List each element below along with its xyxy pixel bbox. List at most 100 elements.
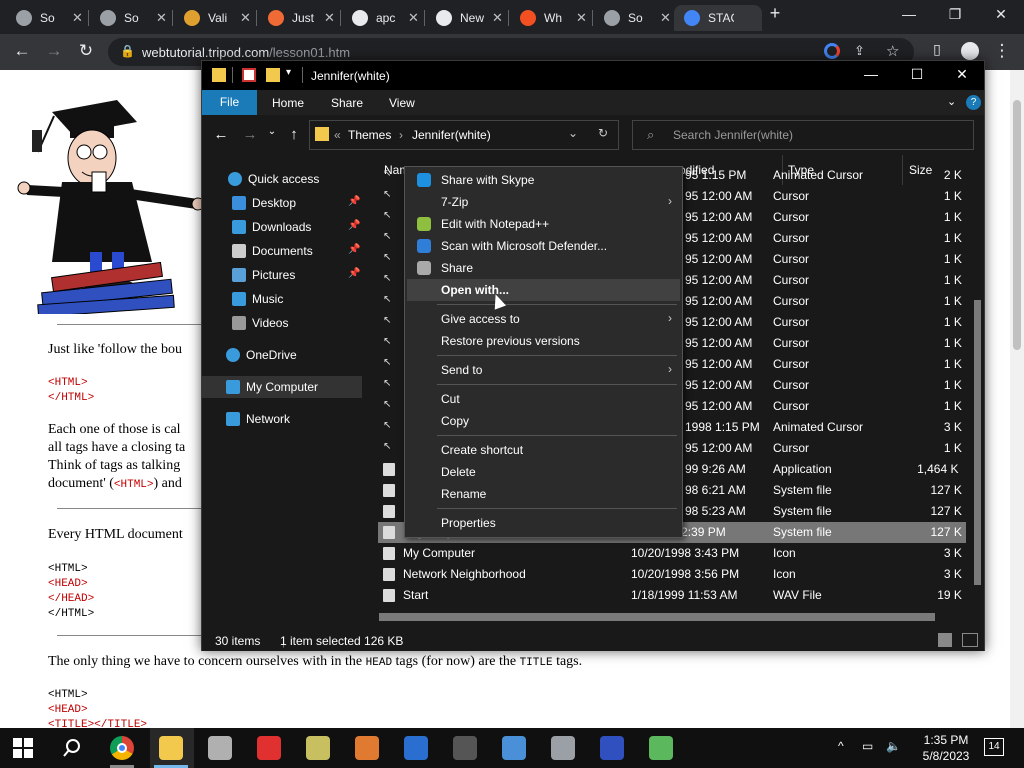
tab-home[interactable]: Home [272,96,304,110]
menu-item-copy[interactable]: Copy [407,410,680,432]
nav-item-documents[interactable]: Documents 📌 [202,240,362,262]
tab-close-icon[interactable]: ✕ [240,10,251,26]
chrome-taskbar-icon[interactable] [110,736,134,760]
close-browser-button[interactable]: ✕ [978,6,1024,23]
app-taskbar-icon-5[interactable] [551,736,575,760]
app-taskbar-icon-2[interactable] [257,736,281,760]
show-hidden-icons[interactable]: ^ [838,739,844,753]
tab-file[interactable]: File [202,90,257,115]
app-taskbar-icon-1[interactable] [208,736,232,760]
tab-close-icon[interactable]: ✕ [576,10,587,26]
breadcrumb-themes[interactable]: Themes [348,128,391,142]
maximize-button[interactable]: ☐ [894,66,940,83]
table-row[interactable]: Start 1/18/1999 11:53 AM WAV File 19 K [378,585,966,606]
nav-item-music[interactable]: Music [202,288,362,310]
clock[interactable]: 1:35 PM 5/8/2023 [916,732,976,764]
explorer-address-bar[interactable]: « Themes › Jennifer(white) ⌄ ↻ [309,120,619,150]
menu-item-delete[interactable]: Delete [407,461,680,483]
ftp-taskbar-icon[interactable] [404,736,428,760]
share-page-icon[interactable]: ⇪ [854,43,865,59]
app-taskbar-icon-6[interactable] [600,736,624,760]
browser-tab[interactable]: Wh ✕ [510,5,592,31]
tab-close-icon[interactable]: ✕ [408,10,419,26]
table-row[interactable]: Network Neighborhood 10/20/1998 3:56 PM Ic… [378,564,966,585]
page-scrollbar[interactable] [1010,70,1024,728]
menu-item-share[interactable]: Share [407,257,680,279]
nav-item-quick-access[interactable]: Quick access [202,168,362,190]
scrollbar-thumb[interactable] [379,613,935,621]
browser-tab[interactable]: So ✕ [6,5,88,31]
photos-taskbar-icon[interactable] [502,736,526,760]
tab-share[interactable]: Share [331,96,363,110]
page-scrollbar-thumb[interactable] [1013,100,1021,350]
customize-toolbar-icon[interactable]: ▾ [286,67,291,78]
scrollbar-thumb[interactable] [974,300,981,585]
chrome-menu-icon[interactable]: ⋮ [990,41,1014,61]
minimize-browser-button[interactable]: — [886,6,932,22]
side-panel-icon[interactable]: ▯ [925,41,949,58]
search-button[interactable] [60,736,84,760]
up-folder-button[interactable]: ↑ [284,126,304,143]
refresh-icon[interactable]: ↻ [598,126,608,140]
tab-view[interactable]: View [389,96,415,110]
recycle-taskbar-icon[interactable] [649,736,673,760]
search-input[interactable]: ⌕ Search Jennifer(white) [632,120,974,150]
nav-item-desktop[interactable]: Desktop 📌 [202,192,362,214]
new-tab-button[interactable]: + [752,3,798,24]
terminal-taskbar-icon[interactable] [453,736,477,760]
close-button[interactable]: ✕ [939,66,985,83]
menu-item-open-with[interactable]: Open with... [407,279,680,301]
nav-item-downloads[interactable]: Downloads 📌 [202,216,362,238]
large-icons-view-icon[interactable] [962,633,978,647]
network-icon[interactable]: ▭ [862,739,873,753]
explorer-forward-button[interactable]: → [240,126,260,143]
menu-item-cut[interactable]: Cut [407,388,680,410]
file-list-horizontal-scrollbar[interactable] [367,610,970,624]
tab-close-icon[interactable]: ✕ [156,10,167,26]
menu-item-restore-previous-versions[interactable]: Restore previous versions [407,330,680,352]
nav-item-pictures[interactable]: Pictures 📌 [202,264,362,286]
minimize-button[interactable]: — [848,66,894,82]
browser-tab[interactable]: apc ✕ [342,5,424,31]
forward-button[interactable]: → [42,41,66,61]
volume-icon[interactable]: 🔈 [886,739,901,753]
tab-close-icon[interactable]: ✕ [492,10,503,26]
menu-item-rename[interactable]: Rename [407,483,680,505]
browser-tab[interactable]: Vali ✕ [174,5,256,31]
file-explorer-taskbar-icon[interactable] [159,736,183,760]
profile-avatar[interactable] [961,42,979,60]
menu-item-send-to[interactable]: Send to › [407,359,680,381]
google-lens-icon[interactable] [824,43,840,59]
bookmark-star-icon[interactable]: ☆ [886,42,899,60]
start-button[interactable] [11,736,35,760]
chevron-down-icon[interactable]: ⌄ [568,126,578,140]
file-list-scrollbar[interactable] [971,155,984,607]
menu-item-create-shortcut[interactable]: Create shortcut [407,439,680,461]
nav-item-onedrive[interactable]: OneDrive [202,344,362,366]
table-row[interactable]: My Computer 10/20/1998 3:43 PM Icon 3 K [378,543,966,564]
breadcrumb-current[interactable]: Jennifer(white) [412,128,491,142]
browser-tab[interactable]: New ✕ [426,5,508,31]
menu-item-7-zip[interactable]: 7-Zip › [407,191,680,213]
nav-item-network[interactable]: Network [202,408,362,430]
restore-browser-button[interactable]: ❐ [932,6,978,23]
help-icon[interactable]: ? [966,95,981,110]
tab-close-icon[interactable]: ✕ [660,10,671,26]
back-button[interactable]: ← [10,41,34,61]
tab-close-icon[interactable]: ✕ [324,10,335,26]
properties-check-icon[interactable] [242,68,256,82]
explorer-back-button[interactable]: ← [211,126,231,143]
nav-item-my-computer[interactable]: My Computer [202,376,362,398]
browser-tab[interactable]: STACKT [674,5,762,31]
menu-item-edit-with-notepad[interactable]: Edit with Notepad++ [407,213,680,235]
nav-item-videos[interactable]: Videos [202,312,362,334]
menu-item-share-with-skype[interactable]: Share with Skype [407,169,680,191]
details-view-icon[interactable] [938,633,952,647]
app-taskbar-icon-3[interactable] [306,736,330,760]
menu-item-properties[interactable]: Properties [407,512,680,534]
expand-ribbon-icon[interactable]: ⌄ [947,95,956,108]
tab-close-icon[interactable]: ✕ [72,10,83,26]
reload-button[interactable]: ↻ [74,41,98,61]
menu-item-scan-with-microsoft-defender[interactable]: Scan with Microsoft Defender... [407,235,680,257]
menu-item-give-access-to[interactable]: Give access to › [407,308,680,330]
